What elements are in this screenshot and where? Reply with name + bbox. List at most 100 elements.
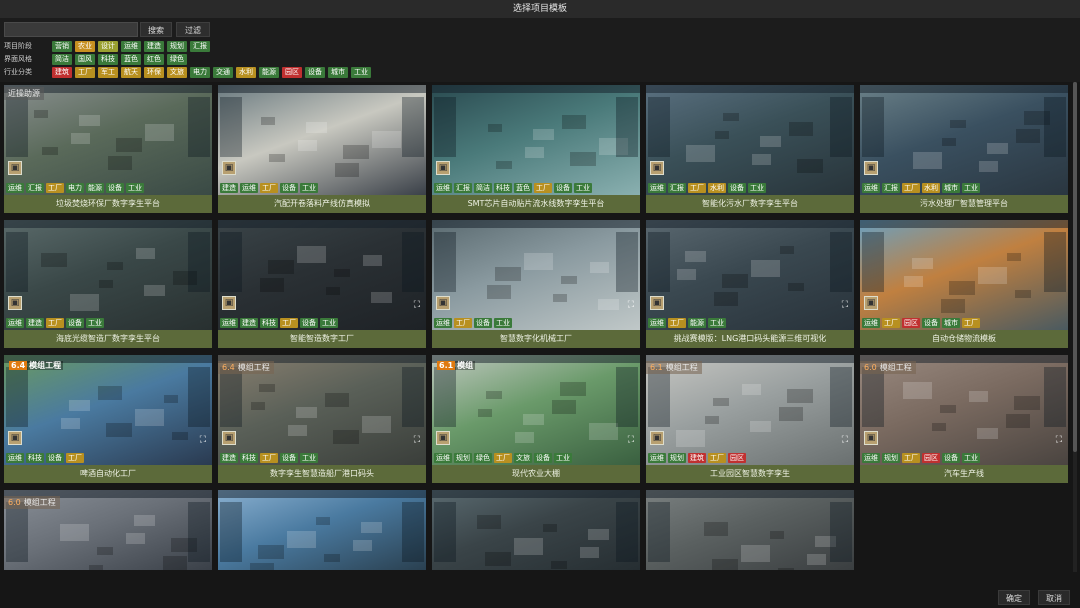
template-thumbnail[interactable] <box>646 490 854 570</box>
template-card[interactable] <box>218 490 426 570</box>
scene-illustration <box>860 220 1068 313</box>
template-thumbnail[interactable] <box>218 490 426 570</box>
template-thumbnail[interactable]: 6.0 模组工程 ▣ ⛶ 运维 规划 工厂 园区 设备 工业 <box>860 355 1068 465</box>
filter-tag[interactable]: 科技 <box>98 53 118 65</box>
filter-tag[interactable]: 简洁 <box>52 53 72 65</box>
template-type-icon: ▣ <box>650 161 664 175</box>
filter-button[interactable]: 过滤 <box>176 22 210 37</box>
fullscreen-icon[interactable]: ⛶ <box>628 435 634 445</box>
template-thumbnail[interactable]: ▣ 建造 运维 工厂 设备 工业 <box>218 85 426 195</box>
filter-tag[interactable]: 航天 <box>121 66 141 78</box>
template-card[interactable]: 6.4 模组工程 ▣ ⛶ 运维 科技 设备 工厂 啤酒自动化工厂 <box>4 355 212 483</box>
fullscreen-icon[interactable]: ⛶ <box>1056 435 1062 445</box>
template-tag: 工业 <box>574 183 592 193</box>
template-card[interactable]: 6.1 模组工程 ▣ ⛶ 运维 规划 建筑 工厂 园区 工业园区智慧数字孪生 <box>646 355 854 483</box>
template-card[interactable]: ▣ 运维 汇报 简洁 科技 蓝色 工厂 设备 工业 SMT芯片自动贴片流水线数字孪生平台 <box>432 85 640 213</box>
filter-tag[interactable]: 交通 <box>213 66 233 78</box>
scrollbar-thumb[interactable] <box>1073 82 1077 452</box>
filter-tag[interactable]: 水利 <box>236 66 256 78</box>
template-card[interactable]: ▣ ⛶ 运维 工厂 设备 工业 智慧数字化机械工厂 <box>432 220 640 348</box>
template-thumbnail[interactable]: ▣ ⛶ 运维 工厂 设备 工业 <box>432 220 640 330</box>
template-thumbnail[interactable]: ▣ 运维 建造 工厂 设备 工业 <box>4 220 212 330</box>
template-thumbnail[interactable]: ▣ 运维 汇报 工厂 水利 设备 工业 <box>646 85 854 195</box>
template-thumbnail[interactable]: 近操助源 ▣ 运维 汇报 工厂 电力 能源 设备 工业 <box>4 85 212 195</box>
template-tag: 电力 <box>66 183 84 193</box>
filter-tag[interactable]: 环保 <box>144 66 164 78</box>
template-thumbnail[interactable]: ▣ ⛶ 运维 工厂 能源 工业 <box>646 220 854 330</box>
scene-illustration <box>4 220 212 311</box>
filter-tag[interactable]: 绿色 <box>167 53 187 65</box>
filter-tag[interactable]: 工业 <box>351 66 371 78</box>
version-number: 6.1 <box>437 361 456 370</box>
filter-tag[interactable]: 农业 <box>75 40 95 52</box>
filter-tag[interactable]: 汇报 <box>190 40 210 52</box>
filter-tag[interactable]: 营销 <box>52 40 72 52</box>
template-thumbnail[interactable]: 6.4 模组工程 ▣ ⛶ 运维 科技 设备 工厂 <box>4 355 212 465</box>
filter-tag[interactable]: 园区 <box>282 66 302 78</box>
template-card[interactable]: ▣ ⛶ 运维 建造 科技 工厂 设备 工业 智能智造数字工厂 <box>218 220 426 348</box>
filter-tag[interactable]: 电力 <box>190 66 210 78</box>
template-card[interactable]: 近操助源 ▣ 运维 汇报 工厂 电力 能源 设备 工业 垃圾焚烧环保厂数字孪生平台 <box>4 85 212 213</box>
template-card[interactable] <box>646 490 854 570</box>
filter-tag[interactable]: 工厂 <box>75 66 95 78</box>
filter-tag[interactable]: 国风 <box>75 53 95 65</box>
version-text: 模组工程 <box>879 363 912 372</box>
template-card[interactable] <box>432 490 640 570</box>
template-tag: 建造 <box>220 453 238 463</box>
cancel-button[interactable]: 取消 <box>1038 590 1070 605</box>
filter-tag[interactable]: 建造 <box>144 40 164 52</box>
filter-tag[interactable]: 文旅 <box>167 66 187 78</box>
vertical-scrollbar[interactable] <box>1073 82 1077 572</box>
template-thumbnail[interactable]: 6.0 模组工程 <box>4 490 212 570</box>
template-card[interactable]: ▣ 运维 汇报 工厂 水利 设备 工业 智能化污水厂数字孪生平台 <box>646 85 854 213</box>
template-card[interactable]: ▣ 建造 运维 工厂 设备 工业 汽配开卷落料产线仿真模拟 <box>218 85 426 213</box>
template-card[interactable]: 6.4 模组工程 ▣ ⛶ 建造 科技 工厂 设备 工业 数字孪生智慧造船厂港口码头 <box>218 355 426 483</box>
fullscreen-icon[interactable]: ⛶ <box>842 300 848 310</box>
filter-tag[interactable]: 军工 <box>98 66 118 78</box>
filter-tag[interactable]: 城市 <box>328 66 348 78</box>
filter-tag[interactable]: 蓝色 <box>121 53 141 65</box>
template-tags: 运维 建造 工厂 设备 工业 <box>6 318 106 328</box>
template-thumbnail[interactable]: 6.1 模组 ▣ ⛶ 运维 规划 绿色 工厂 文旅 设备 工业 <box>432 355 640 465</box>
version-ribbon: 6.4 模组工程 <box>218 361 274 374</box>
fullscreen-icon[interactable]: ⛶ <box>414 300 420 310</box>
filter-tag[interactable]: 设备 <box>305 66 325 78</box>
template-tags: 建造 运维 工厂 设备 工业 <box>220 183 320 193</box>
template-card[interactable]: ▣ 运维 建造 工厂 设备 工业 海底光缆智造厂数字孪生平台 <box>4 220 212 348</box>
template-thumbnail[interactable] <box>432 490 640 570</box>
template-thumbnail[interactable]: ▣ ⛶ 运维 建造 科技 工厂 设备 工业 <box>218 220 426 330</box>
template-tag: 工厂 <box>902 183 920 193</box>
filter-tag[interactable]: 建筑 <box>52 66 72 78</box>
template-card[interactable]: 6.1 模组 ▣ ⛶ 运维 规划 绿色 工厂 文旅 设备 工业 现代农业大棚 <box>432 355 640 483</box>
template-thumbnail[interactable]: 6.4 模组工程 ▣ ⛶ 建造 科技 工厂 设备 工业 <box>218 355 426 465</box>
template-card[interactable]: ▣ ⛶ 运维 工厂 能源 工业 挑战赛模版：LNG港口码头能源三维可视化 <box>646 220 854 348</box>
search-input[interactable] <box>4 22 138 37</box>
filter-tag[interactable]: 规划 <box>167 40 187 52</box>
template-tag: 运维 <box>220 318 238 328</box>
filter-tag[interactable]: 能源 <box>259 66 279 78</box>
fullscreen-icon[interactable]: ⛶ <box>842 435 848 445</box>
template-tag: 运维 <box>6 183 24 193</box>
filter-tag[interactable]: 运维 <box>121 40 141 52</box>
template-thumbnail[interactable]: ▣ 运维 工厂 园区 设备 城市 工厂 <box>860 220 1068 330</box>
template-card[interactable]: ▣ 运维 汇报 工厂 水利 城市 工业 污水处理厂智慧管理平台 <box>860 85 1068 213</box>
filter-tag[interactable]: 设计 <box>98 40 118 52</box>
template-thumbnail[interactable]: ▣ 运维 汇报 工厂 水利 城市 工业 <box>860 85 1068 195</box>
fullscreen-icon[interactable]: ⛶ <box>414 435 420 445</box>
template-tags: 运维 工厂 园区 设备 城市 工厂 <box>862 318 982 328</box>
filter-tag[interactable]: 红色 <box>144 53 164 65</box>
template-thumbnail[interactable]: ▣ 运维 汇报 简洁 科技 蓝色 工厂 设备 工业 <box>432 85 640 195</box>
search-button[interactable]: 搜索 <box>140 22 172 37</box>
fullscreen-icon[interactable]: ⛶ <box>628 300 634 310</box>
template-tag: 规划 <box>668 453 686 463</box>
template-thumbnail[interactable]: 6.1 模组工程 ▣ ⛶ 运维 规划 建筑 工厂 园区 <box>646 355 854 465</box>
template-card[interactable]: ▣ 运维 工厂 园区 设备 城市 工厂 自动仓储物流模板 <box>860 220 1068 348</box>
template-card[interactable]: 6.0 模组工程 ▣ ⛶ 运维 规划 工厂 园区 设备 工业 汽车生产线 <box>860 355 1068 483</box>
toolbar: 搜索 过滤 项目阶段 营销 农业 设计 运维 建造 规划 汇报 界面风格 简洁 国风 科技 蓝色 红色 绿色… <box>0 18 1080 82</box>
ok-button[interactable]: 确定 <box>998 590 1030 605</box>
template-tags: 运维 汇报 工厂 水利 设备 工业 <box>648 183 768 193</box>
template-card[interactable]: 6.0 模组工程 <box>4 490 212 570</box>
thumbnail-overlay-text: 近操助源 <box>4 87 44 100</box>
fullscreen-icon[interactable]: ⛶ <box>200 435 206 445</box>
template-tag: 运维 <box>862 453 880 463</box>
